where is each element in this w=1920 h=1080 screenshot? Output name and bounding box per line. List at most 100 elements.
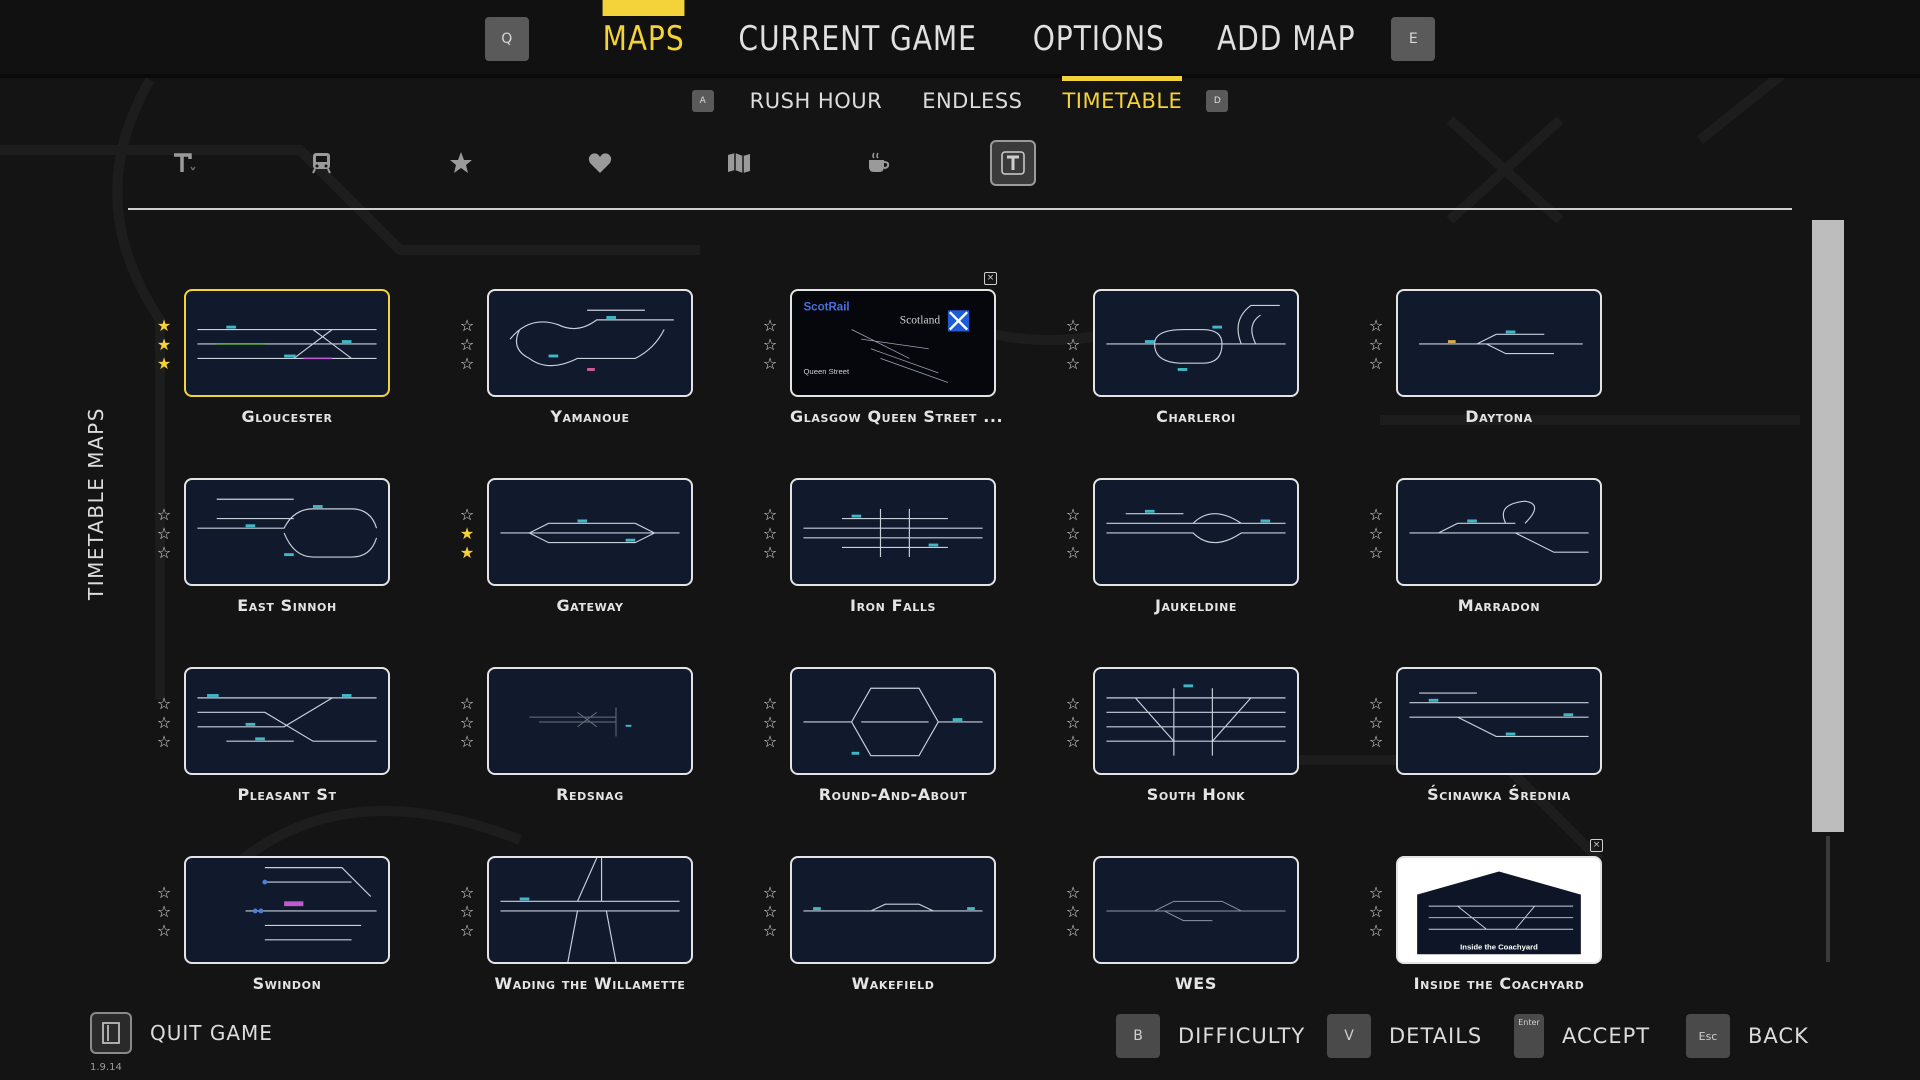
rating-stars: ☆ ☆ ☆ bbox=[154, 695, 174, 750]
star-empty-icon: ☆ bbox=[1368, 335, 1384, 354]
map-card-glasgow-queen-street[interactable]: ☆ ☆ ☆ ScotRail Scotland Queen Street × Gla… bbox=[760, 272, 1003, 439]
map-card-marradon[interactable]: ☆ ☆ ☆ Marradon bbox=[1366, 478, 1606, 628]
star-empty-icon: ☆ bbox=[1065, 524, 1081, 543]
map-thumbnail[interactable] bbox=[487, 289, 693, 397]
back-button[interactable]: Esc BACK bbox=[1686, 1014, 1809, 1058]
star-filled-icon: ★ bbox=[459, 543, 475, 562]
star-empty-icon: ☆ bbox=[459, 505, 475, 524]
map-card-iron-falls[interactable]: ☆ ☆ ☆ Iron Falls bbox=[760, 478, 1000, 628]
map-thumbnail[interactable] bbox=[184, 478, 390, 586]
rating-stars: ☆ ☆ ☆ bbox=[1063, 317, 1083, 372]
map-card-yamanoue[interactable]: ☆ ☆ ☆ Yamanoue bbox=[457, 289, 697, 439]
quit-game-button[interactable]: QUIT GAME bbox=[90, 1012, 273, 1054]
map-card-charleroi[interactable]: ☆ ☆ ☆ Charleroi bbox=[1063, 289, 1303, 439]
map-name: Gateway bbox=[556, 596, 624, 615]
map-card-daytona[interactable]: ☆ ☆ ☆ Daytona bbox=[1366, 289, 1606, 439]
map-card-gloucester[interactable]: ★ ★ ★ Gloucester bbox=[154, 289, 394, 439]
map-name: South Honk bbox=[1146, 785, 1246, 804]
star-empty-icon: ☆ bbox=[459, 694, 475, 713]
map-card-wakefield[interactable]: ☆ ☆ ☆ Wakefield bbox=[760, 856, 1000, 1006]
star-empty-icon: ☆ bbox=[1065, 921, 1081, 940]
map-card-gateway[interactable]: ☆ ★ ★ Gateway bbox=[457, 478, 697, 628]
rating-stars: ☆ ☆ ☆ bbox=[1063, 506, 1083, 561]
rating-stars: ☆ ☆ ☆ bbox=[760, 695, 780, 750]
map-name: Inside the Coachyard bbox=[1413, 974, 1585, 993]
star-empty-icon: ☆ bbox=[459, 921, 475, 940]
map-thumbnail[interactable] bbox=[1396, 289, 1602, 397]
star-filled-icon: ★ bbox=[156, 316, 172, 335]
map-thumbnail[interactable]: ScotRail Scotland Queen Street bbox=[790, 289, 996, 397]
star-empty-icon: ☆ bbox=[762, 316, 778, 335]
map-card-round-and-about[interactable]: ☆ ☆ ☆ Round-And-About bbox=[760, 667, 1000, 817]
star-empty-icon: ☆ bbox=[156, 505, 172, 524]
map-name: Pleasant St bbox=[237, 785, 337, 804]
rating-stars: ☆ ☆ ☆ bbox=[457, 884, 477, 939]
details-button[interactable]: V DETAILS bbox=[1327, 1014, 1482, 1058]
back-label: BACK bbox=[1748, 1024, 1809, 1048]
map-card-south-honk[interactable]: ☆ ☆ ☆ South Honk bbox=[1063, 667, 1303, 817]
map-card-pleasant-st[interactable]: ☆ ☆ ☆ Pleasant St bbox=[154, 667, 394, 817]
star-empty-icon: ☆ bbox=[1368, 883, 1384, 902]
map-thumbnail[interactable] bbox=[790, 856, 996, 964]
map-thumbnail[interactable] bbox=[1396, 667, 1602, 775]
star-empty-icon: ☆ bbox=[459, 354, 475, 373]
map-card-jaukeldine[interactable]: ☆ ☆ ☆ Jaukeldine bbox=[1063, 478, 1303, 628]
rating-stars: ☆ ☆ ☆ bbox=[154, 884, 174, 939]
map-thumbnail[interactable] bbox=[1093, 478, 1299, 586]
star-empty-icon: ☆ bbox=[459, 732, 475, 751]
map-card-redsnag[interactable]: ☆ ☆ ☆ Redsnag bbox=[457, 667, 697, 817]
bottom-bar: QUIT GAME 1.9.14 B DIFFICULTY V DETAILS … bbox=[0, 1000, 1920, 1080]
map-name: Charleroi bbox=[1156, 407, 1236, 426]
map-thumbnail[interactable] bbox=[1093, 856, 1299, 964]
map-name: Marradon bbox=[1457, 596, 1541, 615]
map-thumbnail[interactable] bbox=[184, 856, 390, 964]
map-card-east-sinnoh[interactable]: ☆ ☆ ☆ East Sinnoh bbox=[154, 478, 394, 628]
version-text: 1.9.14 bbox=[90, 1062, 122, 1073]
star-empty-icon: ☆ bbox=[156, 902, 172, 921]
star-empty-icon: ☆ bbox=[762, 524, 778, 543]
star-empty-icon: ☆ bbox=[156, 543, 172, 562]
map-thumbnail[interactable]: Inside the Coachyard bbox=[1396, 856, 1602, 964]
map-thumbnail[interactable] bbox=[184, 289, 390, 397]
rating-stars: ☆ ☆ ☆ bbox=[1366, 884, 1386, 939]
map-card-scinawka-srednia[interactable]: ☆ ☆ ☆ Ścinawka Średnia bbox=[1366, 667, 1606, 817]
star-empty-icon: ☆ bbox=[156, 524, 172, 543]
map-thumbnail[interactable] bbox=[487, 667, 693, 775]
map-grid: ★ ★ ★ Gloucester ☆ ☆ ☆ Yamanoue ☆ ☆ ☆ Sc… bbox=[0, 0, 1920, 1080]
map-thumbnail[interactable] bbox=[790, 478, 996, 586]
map-name: Swindon bbox=[252, 974, 322, 993]
map-thumbnail[interactable] bbox=[1093, 667, 1299, 775]
accept-button[interactable]: Enter ACCEPT bbox=[1514, 1014, 1650, 1058]
door-icon bbox=[90, 1012, 132, 1054]
map-thumbnail[interactable] bbox=[184, 667, 390, 775]
star-empty-icon: ☆ bbox=[762, 732, 778, 751]
star-filled-icon: ★ bbox=[459, 524, 475, 543]
star-empty-icon: ☆ bbox=[156, 732, 172, 751]
star-empty-icon: ☆ bbox=[762, 694, 778, 713]
difficulty-button[interactable]: B DIFFICULTY bbox=[1116, 1014, 1305, 1058]
star-empty-icon: ☆ bbox=[1065, 316, 1081, 335]
map-name: Iron Falls bbox=[850, 596, 936, 615]
map-card-wading-the-willamette[interactable]: ☆ ☆ ☆ Wading the Willamette bbox=[457, 856, 697, 1006]
map-name: WES bbox=[1175, 974, 1217, 993]
rating-stars: ☆ ★ ★ bbox=[457, 506, 477, 561]
star-empty-icon: ☆ bbox=[459, 335, 475, 354]
star-empty-icon: ☆ bbox=[1368, 524, 1384, 543]
star-empty-icon: ☆ bbox=[459, 902, 475, 921]
quit-label: QUIT GAME bbox=[150, 1021, 273, 1045]
star-empty-icon: ☆ bbox=[1368, 316, 1384, 335]
map-card-wes[interactable]: ☆ ☆ ☆ WES bbox=[1063, 856, 1303, 1006]
map-thumbnail[interactable] bbox=[487, 856, 693, 964]
rating-stars: ☆ ☆ ☆ bbox=[1366, 317, 1386, 372]
map-name: Gloucester bbox=[241, 407, 333, 426]
map-thumbnail[interactable] bbox=[790, 667, 996, 775]
map-name: Wakefield bbox=[851, 974, 935, 993]
star-empty-icon: ☆ bbox=[1065, 883, 1081, 902]
rating-stars: ★ ★ ★ bbox=[154, 317, 174, 372]
map-card-inside-the-coachyard[interactable]: ☆ ☆ ☆ Inside the Coachyard × Inside the … bbox=[1366, 839, 1606, 1006]
map-thumbnail[interactable] bbox=[1093, 289, 1299, 397]
map-thumbnail[interactable] bbox=[1396, 478, 1602, 586]
map-thumbnail[interactable] bbox=[487, 478, 693, 586]
map-card-swindon[interactable]: ☆ ☆ ☆ Swindon bbox=[154, 856, 394, 1006]
star-empty-icon: ☆ bbox=[156, 713, 172, 732]
